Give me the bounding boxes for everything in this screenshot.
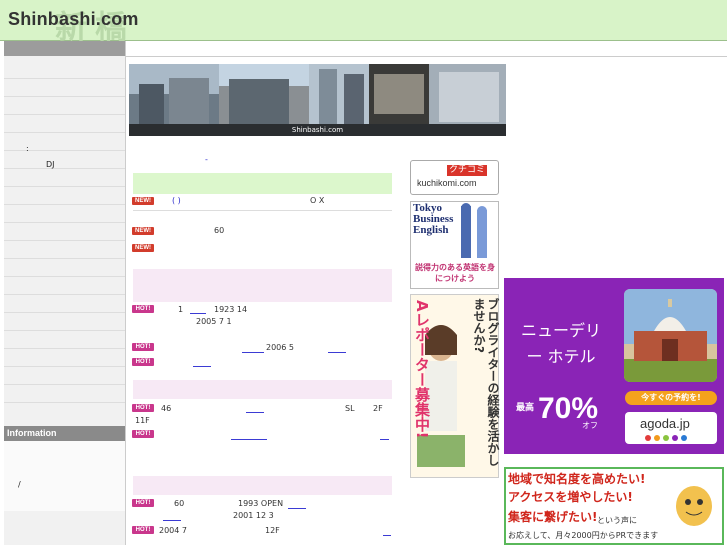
link-underline[interactable] [163,520,181,521]
new-badge: NEW! [132,197,154,205]
link-underline[interactable] [231,439,267,440]
kuchikomi-tag: クチコミ [447,165,488,176]
main-top-divider [125,56,727,57]
news-item-link[interactable]: ( ) [172,196,181,205]
link-underline[interactable] [380,439,389,440]
agoda-dots-icon [645,434,705,441]
section-header-hot-2 [133,380,392,399]
news-item-text: 2001 12 3 [233,511,274,520]
news-item-text: SL [345,404,355,413]
section-header-hot-3 [133,476,392,495]
banner-caption: Shinbashi.com [291,126,344,134]
news-item-text: 2006 5 [266,343,294,352]
hot-badge: HOT! [132,404,154,412]
reporter-recruit-text: Aレポーター募集中! [413,300,431,439]
hot-badge: HOT! [132,526,154,534]
hot-badge: HOT! [132,430,154,438]
intro-dash: - [205,155,208,164]
agoda-off-label: オフ [582,421,598,430]
agoda-max-label: 最高 [516,403,535,413]
hot-badge: HOT! [132,358,154,366]
news-item-text: 60 [214,226,225,235]
hot-badge: HOT! [132,343,154,351]
sidebar-header-bar [4,41,125,56]
news-item-tail: O X [310,196,325,205]
news-item-text: 2F [373,404,383,413]
sidebar-item-dj[interactable]: DJ [46,160,55,169]
section-header-new [133,173,392,194]
information-heading: Information [4,426,125,441]
link-underline[interactable] [328,352,346,353]
news-item-text: 11F [135,416,150,425]
agoda-logo: agoda.jp [640,416,690,431]
site-logo[interactable]: Shinbashi.com [8,9,139,30]
news-item-text: 60 [174,499,185,508]
pr-line-3: 集客に繋げたい! [508,510,598,524]
news-item-text: 1 [178,305,184,314]
news-item-text: 1923 14 [214,305,248,314]
sidebar-item-1[interactable]: : [26,144,29,153]
row-divider [133,210,392,211]
new-badge: NEW! [132,244,154,252]
pr-line-2: アクセスを増やしたい! [508,490,633,504]
mascot-icon [672,478,716,528]
agoda-hotel-name: ニューデリー ホテル [520,321,601,366]
news-item-text: 1993 OPEN [238,499,284,508]
news-item-text: 2004 7 [159,526,187,535]
link-underline[interactable] [383,535,391,536]
agoda-book-now-button[interactable]: 今すぐの予約を! [625,391,717,405]
blog-writer-text: ブログライターの経験を活かしませんか? [472,298,500,466]
tbe-title: Tokyo Business English [413,202,454,236]
news-item-text: 12F [265,526,280,535]
link-underline[interactable] [242,352,264,353]
news-item-text: 46 [161,404,172,413]
pr-line-3-small: という声に [597,516,637,525]
link-underline[interactable] [193,366,211,367]
information-text: / [18,480,21,489]
hot-badge: HOT! [132,499,154,507]
kuchikomi-url: kuchikomi.com [417,178,477,188]
monument-illustration [624,289,717,382]
tbe-subtitle: 説得力のある英語を身につけよう [415,263,495,283]
link-underline[interactable] [246,412,264,413]
new-badge: NEW! [132,227,154,235]
link-underline[interactable] [288,508,306,509]
humayun-tomb-image [624,289,717,382]
link-underline[interactable] [190,313,206,314]
pr-line-1: 地域で知名度を高めたい! [508,472,646,486]
information-body [4,441,125,511]
hot-badge: HOT! [132,305,154,313]
news-item-text: 2005 7 1 [196,317,232,326]
pr-line-4: お応えして、月々2000円からPRできます [508,531,659,540]
section-header-hot-1 [133,269,392,302]
